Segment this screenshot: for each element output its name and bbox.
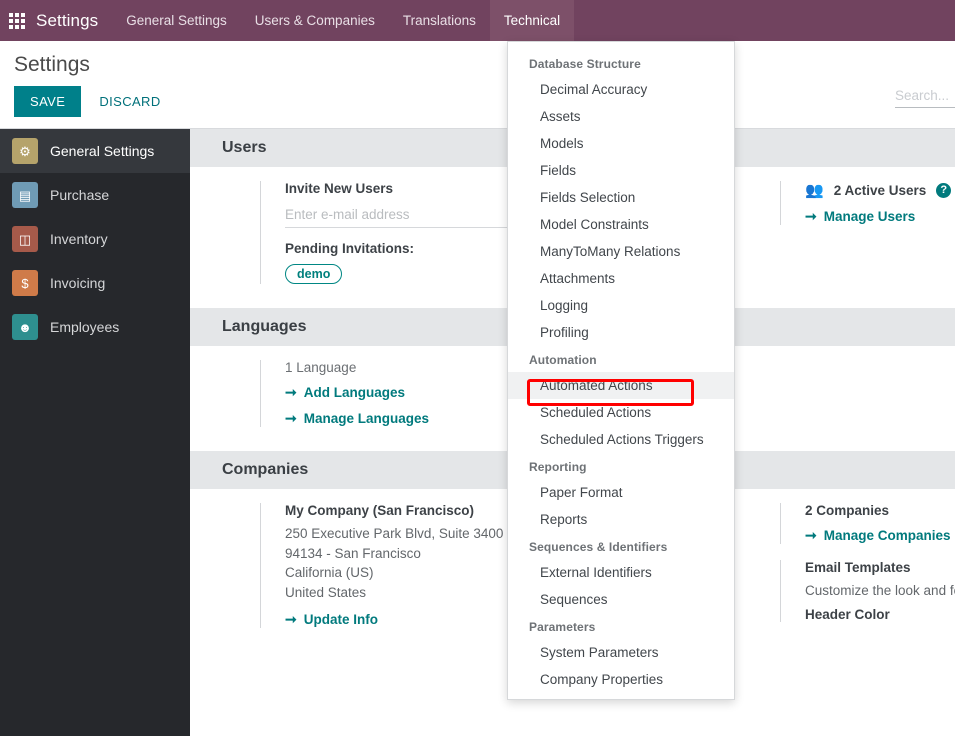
menu-item-assets[interactable]: Assets — [508, 103, 734, 130]
menu-item-company-properties[interactable]: Company Properties — [508, 666, 734, 693]
arrow-right-icon: ➞ — [285, 611, 297, 628]
header-color-label: Header Color — [805, 607, 955, 622]
page-title: Settings — [14, 53, 90, 77]
sidebar-item-label: Invoicing — [50, 275, 105, 291]
sidebar-item-label: General Settings — [50, 143, 154, 159]
manage-companies-label: Manage Companies — [824, 528, 951, 543]
menu-item-models[interactable]: Models — [508, 130, 734, 157]
control-panel-buttons: SAVE DISCARD — [14, 86, 171, 117]
users-group-icon: 👥 — [805, 181, 824, 199]
menu-item-profiling[interactable]: Profiling — [508, 319, 734, 346]
menu-item-manytomany-relations[interactable]: ManyToMany Relations — [508, 238, 734, 265]
menu-item-paper-format[interactable]: Paper Format — [508, 479, 734, 506]
menu-item-reports[interactable]: Reports — [508, 506, 734, 533]
help-icon[interactable]: ? — [936, 183, 951, 198]
menu-item-model-constraints[interactable]: Model Constraints — [508, 211, 734, 238]
arrow-right-icon: ➞ — [805, 527, 817, 544]
dropdown-group-header-reporting: Reporting — [508, 453, 734, 479]
top-navbar: Settings General Settings Users & Compan… — [0, 0, 955, 41]
dropdown-group-header-database-structure: Database Structure — [508, 50, 734, 76]
manage-languages-label: Manage Languages — [304, 411, 429, 426]
pending-invite-badge-demo[interactable]: demo — [285, 264, 342, 284]
email-templates-description: Customize the look and feel — [805, 581, 955, 601]
companies-count-block: 2 Companies ➞ Manage Companies — [780, 503, 955, 544]
apps-menu-button[interactable] — [0, 0, 34, 41]
menu-item-sequences[interactable]: Sequences — [508, 586, 734, 613]
sidebar-item-label: Employees — [50, 319, 119, 335]
dropdown-group-header-automation: Automation — [508, 346, 734, 372]
people-icon: ☻ — [12, 314, 38, 340]
settings-sidebar: ⚙ General Settings ▤ Purchase ◫ Inventor… — [0, 129, 190, 736]
menu-item-fields-selection[interactable]: Fields Selection — [508, 184, 734, 211]
active-users-block: 👥 2 Active Users ? ➞ Manage Users — [780, 181, 955, 225]
arrow-right-icon: ➞ — [285, 410, 297, 427]
manage-companies-link[interactable]: ➞ Manage Companies — [805, 527, 955, 544]
search-area — [895, 85, 955, 108]
menu-item-automated-actions[interactable]: Automated Actions — [508, 372, 734, 399]
menu-item-scheduled-actions-triggers[interactable]: Scheduled Actions Triggers — [508, 426, 734, 453]
box-icon: ◫ — [12, 226, 38, 252]
sidebar-item-general-settings[interactable]: ⚙ General Settings — [0, 129, 190, 173]
discard-button[interactable]: DISCARD — [89, 86, 170, 117]
sidebar-item-inventory[interactable]: ◫ Inventory — [0, 217, 190, 261]
menu-item-system-parameters[interactable]: System Parameters — [508, 639, 734, 666]
nav-item-general-settings[interactable]: General Settings — [112, 0, 241, 41]
nav-item-technical[interactable]: Technical — [490, 0, 574, 41]
users-right-column: 👥 2 Active Users ? ➞ Manage Users — [780, 181, 955, 231]
menu-item-decimal-accuracy[interactable]: Decimal Accuracy — [508, 76, 734, 103]
control-panel: Settings SAVE DISCARD — [0, 41, 955, 129]
sidebar-item-invoicing[interactable]: $ Invoicing — [0, 261, 190, 305]
nav-item-users-companies[interactable]: Users & Companies — [241, 0, 389, 41]
arrow-right-icon: ➞ — [805, 208, 817, 225]
email-templates-title: Email Templates — [805, 560, 955, 575]
menu-item-scheduled-actions[interactable]: Scheduled Actions — [508, 399, 734, 426]
companies-count: 2 Companies — [805, 503, 955, 518]
menu-item-external-identifiers[interactable]: External Identifiers — [508, 559, 734, 586]
add-languages-label: Add Languages — [304, 385, 405, 400]
update-info-label: Update Info — [304, 612, 378, 627]
arrow-right-icon: ➞ — [285, 384, 297, 401]
sidebar-item-purchase[interactable]: ▤ Purchase — [0, 173, 190, 217]
card-icon: ▤ — [12, 182, 38, 208]
active-users-stat-row: 👥 2 Active Users ? — [805, 181, 955, 199]
email-templates-block: Email Templates Customize the look and f… — [780, 560, 955, 622]
menu-item-fields[interactable]: Fields — [508, 157, 734, 184]
active-users-count: 2 Active Users — [834, 183, 927, 198]
dropdown-group-header-sequences-identifiers: Sequences & Identifiers — [508, 533, 734, 559]
menu-item-attachments[interactable]: Attachments — [508, 265, 734, 292]
gear-icon: ⚙ — [12, 138, 38, 164]
save-button[interactable]: SAVE — [14, 86, 81, 117]
sidebar-item-employees[interactable]: ☻ Employees — [0, 305, 190, 349]
search-input[interactable] — [895, 85, 955, 108]
companies-right-column: 2 Companies ➞ Manage Companies Email Tem… — [780, 503, 955, 636]
manage-users-link[interactable]: ➞ Manage Users — [805, 208, 955, 225]
menu-item-logging[interactable]: Logging — [508, 292, 734, 319]
manage-users-label: Manage Users — [824, 209, 916, 224]
navbar-spacer — [574, 0, 955, 41]
invoice-icon: $ — [12, 270, 38, 296]
sidebar-item-label: Purchase — [50, 187, 109, 203]
technical-dropdown-menu: Database Structure Decimal Accuracy Asse… — [507, 41, 735, 700]
nav-item-translations[interactable]: Translations — [389, 0, 490, 41]
dropdown-group-header-parameters: Parameters — [508, 613, 734, 639]
apps-grid-icon — [9, 13, 25, 29]
app-brand-title[interactable]: Settings — [34, 0, 112, 41]
sidebar-item-label: Inventory — [50, 231, 108, 247]
